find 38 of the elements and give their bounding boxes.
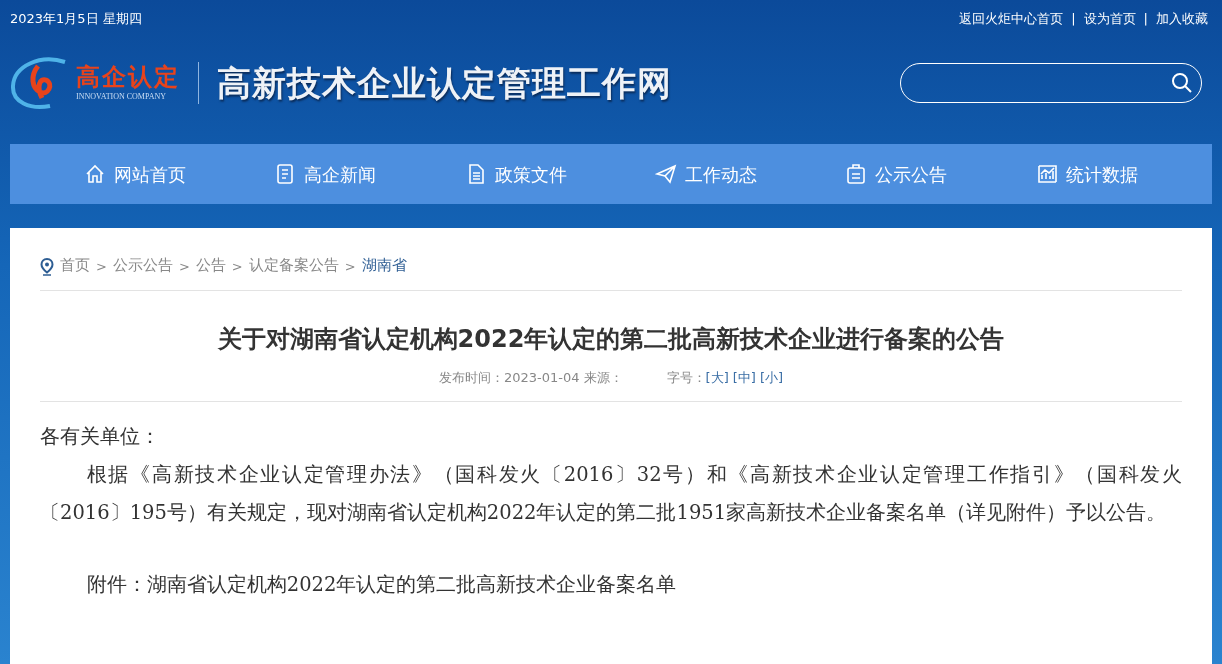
logo-subtext: INNOVATION COMPANY (76, 93, 167, 101)
location-pin-icon (40, 258, 54, 276)
header-link[interactable]: 加入收藏 (1156, 9, 1208, 29)
search-icon[interactable] (1171, 72, 1193, 94)
breadcrumb-separator: > (178, 257, 190, 276)
attachment-text: 附件：湖南省认定机构2022年认定的第二批高新技术企业备案名单 (86, 572, 678, 599)
nav-link[interactable]: 工作动态 (655, 160, 758, 188)
nav-link[interactable]: 网站首页 (84, 160, 187, 188)
nav-link[interactable]: 公示公告 (845, 160, 948, 188)
breadcrumb-link[interactable]: 认定备案公告 (248, 253, 339, 276)
breadcrumb-link[interactable]: 湖南省 (361, 253, 407, 276)
font-size-label: 字号： (666, 368, 706, 387)
nav-link[interactable]: 政策文件 (464, 160, 567, 188)
article-title: 关于对湖南省认定机构2022年认定的第二批高新技术企业进行备案的公告 (216, 325, 1006, 354)
breadcrumb-separator: > (231, 257, 243, 276)
separator-text: | (1071, 10, 1076, 29)
breadcrumb-separator: > (344, 257, 356, 276)
font-size-link[interactable]: [大] (705, 367, 729, 388)
nav-link[interactable]: 高企新闻 (274, 160, 377, 188)
header-link[interactable]: 返回火炬中心首页 (959, 9, 1064, 29)
paragraph-text: 根据《高新技术企业认定管理办法》（国科发火〔2016〕32号）和《高新技术企业认定管理工作指引》（国科发火〔2016〕195号）有关规定，现对湖南省认定机构2022年认定的第二批1951家高新技术企业备案名单（详见附件）予以公告。 (40, 462, 1182, 527)
separator-text: | (1143, 10, 1148, 29)
paper-plane-icon (655, 163, 678, 185)
font-size-link[interactable]: [中] (732, 367, 756, 388)
chart-icon (1035, 163, 1058, 185)
clipboard-icon (845, 163, 868, 185)
breadcrumb-separator: > (96, 257, 107, 276)
publish-info: 发布时间：2023-01-04 来源： (438, 368, 623, 387)
font-size-link[interactable]: [小] (759, 367, 784, 388)
breadcrumb-link[interactable]: 公告 (195, 253, 226, 276)
site-title: 高新技术企业认定管理工作网 (217, 61, 672, 105)
nav-link[interactable]: 统计数据 (1035, 160, 1138, 188)
header-link[interactable]: 设为首页 (1083, 9, 1136, 29)
breadcrumb-link[interactable]: 首页 (60, 253, 90, 276)
salutation-text: 各有关单位： (40, 424, 161, 451)
logo-text: 高企认定 (76, 65, 180, 89)
date-text: 2023年1月5日 星期四 (10, 10, 142, 29)
breadcrumb-link[interactable]: 公示公告 (112, 253, 173, 276)
